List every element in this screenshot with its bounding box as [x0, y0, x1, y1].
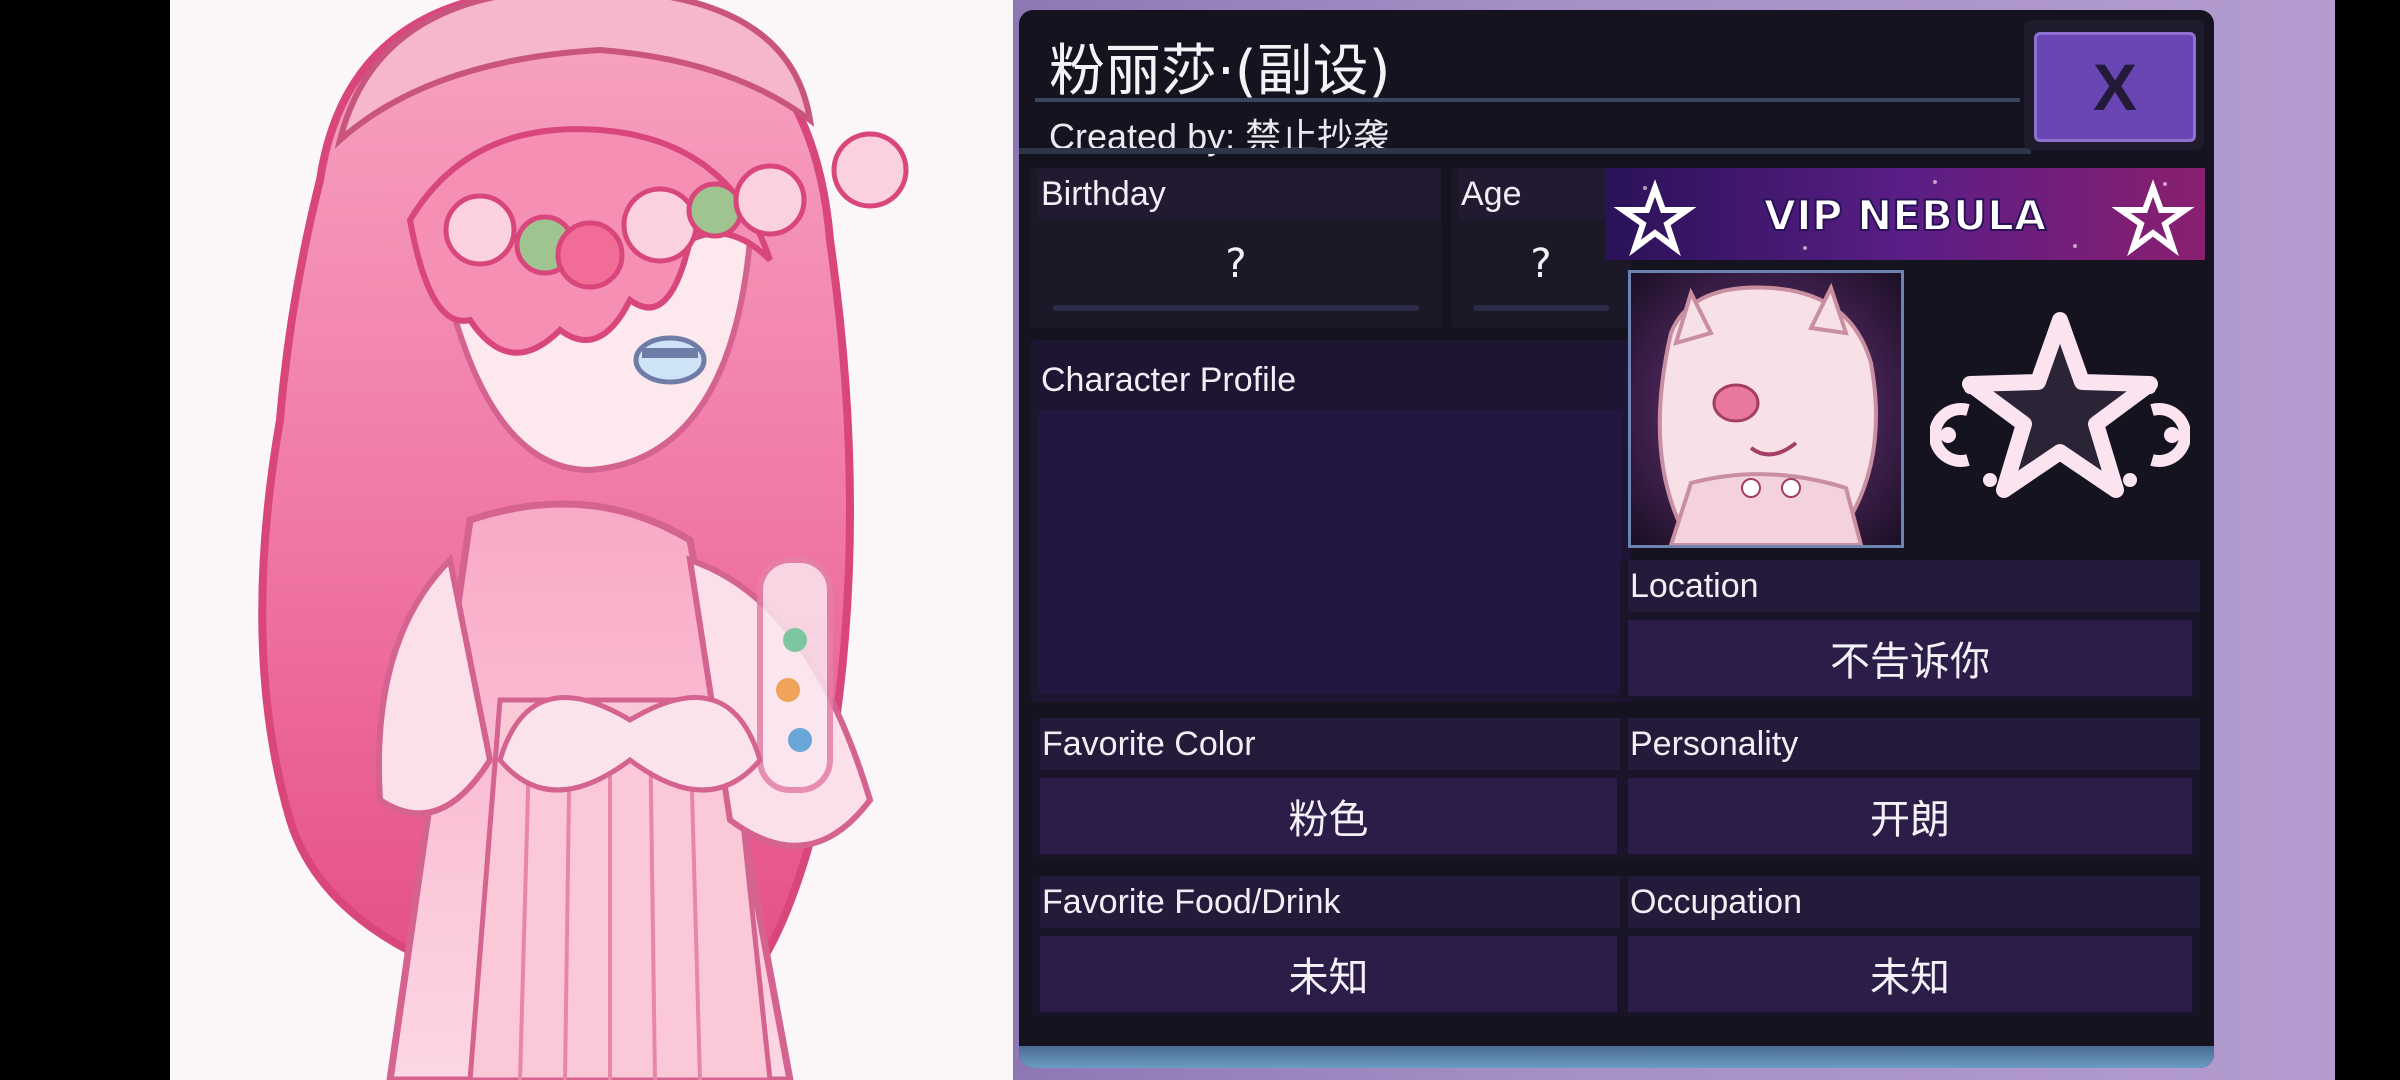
birthday-field: Birthday ?	[1031, 168, 1441, 328]
character-avatar[interactable]	[1628, 270, 1904, 548]
vip-nebula-banner: VIP NEBULA	[1605, 168, 2205, 260]
title-divider	[1035, 98, 2020, 102]
location-label: Location	[1628, 560, 2200, 612]
location-field: Location 不告诉你	[1620, 560, 2200, 700]
close-button[interactable]: X	[2024, 20, 2204, 150]
occupation-value: 未知	[1628, 936, 2192, 1012]
character-profile-label: Character Profile	[1039, 340, 1631, 410]
character-profile-body[interactable]	[1039, 410, 1623, 694]
close-icon[interactable]: X	[2034, 32, 2196, 142]
occupation-label: Occupation	[1628, 876, 2200, 928]
favorite-color-value: 粉色	[1040, 778, 1617, 854]
favorite-color-field: Favorite Color 粉色	[1032, 718, 1625, 858]
panel-bottom-bar	[1019, 1046, 2214, 1068]
personality-value: 开朗	[1628, 778, 2192, 854]
personality-field: Personality 开朗	[1620, 718, 2200, 858]
favorite-color-label: Favorite Color	[1040, 718, 1625, 770]
birthday-label: Birthday	[1039, 168, 1441, 220]
location-value: 不告诉你	[1628, 620, 2192, 696]
personality-label: Personality	[1628, 718, 2200, 770]
birthday-underline	[1053, 305, 1419, 311]
header-divider	[1019, 148, 2031, 154]
star-badge-icon	[1930, 312, 2190, 498]
character-illustration	[258, 0, 909, 1080]
favorite-food-value: 未知	[1040, 936, 1617, 1012]
character-preview	[170, 0, 1013, 1080]
age-underline	[1473, 305, 1609, 311]
character-name: 粉丽莎·(副设)	[1049, 39, 1391, 104]
vip-banner-text: VIP NEBULA	[1764, 191, 2047, 240]
favorite-food-field: Favorite Food/Drink 未知	[1032, 876, 1625, 1016]
title-bar: 粉丽莎·(副设) Created by: 禁止抄袭	[1027, 18, 2027, 157]
favorite-food-label: Favorite Food/Drink	[1040, 876, 1625, 928]
age-field: Age ?	[1451, 168, 1631, 328]
birthday-value: ?	[1039, 228, 1433, 300]
character-profile-field: Character Profile	[1031, 340, 1631, 702]
occupation-field: Occupation 未知	[1620, 876, 2200, 1016]
age-value: ?	[1459, 228, 1623, 300]
